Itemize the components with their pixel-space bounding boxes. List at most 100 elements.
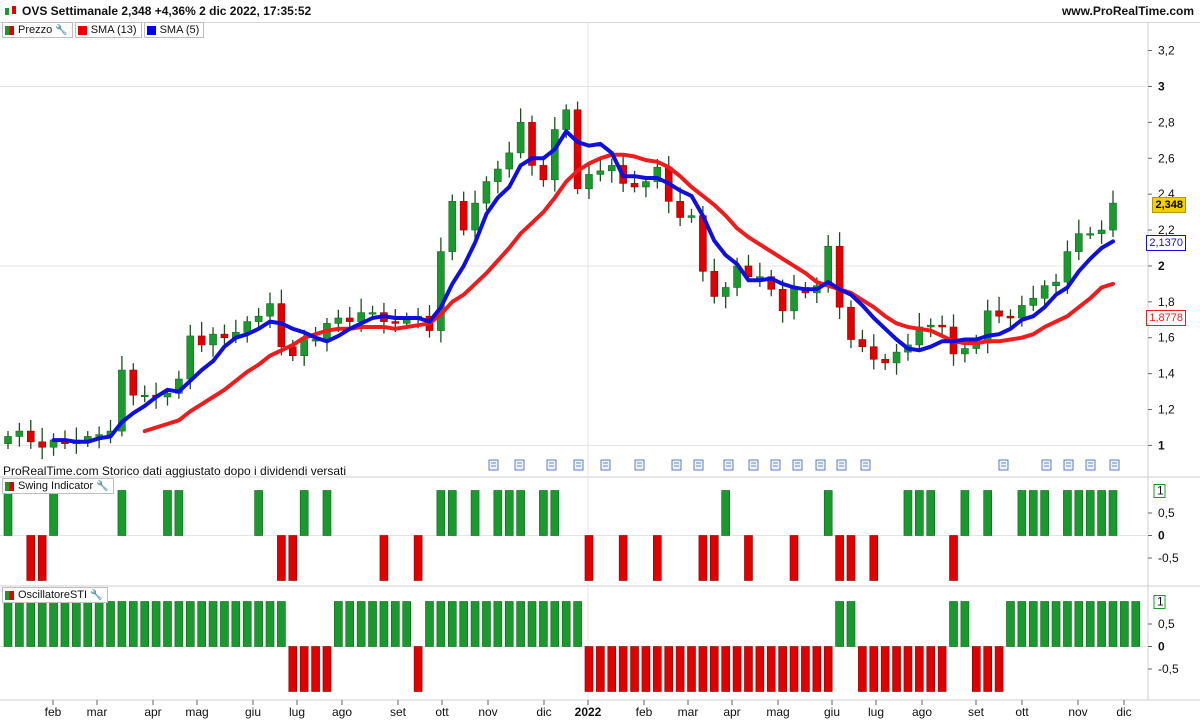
swing-bar — [983, 490, 992, 536]
swing-bar — [436, 490, 446, 536]
sti-bar — [117, 601, 127, 647]
dividend-icon — [723, 459, 734, 471]
candle — [915, 312, 924, 351]
sti-bar — [242, 601, 252, 647]
sti-bar — [869, 646, 879, 692]
wrench-icon[interactable]: 🔧 — [96, 481, 108, 492]
candle — [1086, 226, 1095, 240]
dividend-icon — [836, 459, 847, 471]
swing-bar — [903, 490, 913, 536]
swing-bar — [49, 490, 58, 536]
candle — [926, 318, 935, 338]
candle — [345, 306, 354, 327]
sti-bar — [1040, 601, 1049, 647]
candle — [482, 176, 491, 211]
swing-y-tick-label: 0,5 — [1158, 506, 1175, 520]
candle — [494, 160, 502, 194]
sti-bar — [915, 646, 924, 692]
sti-bar — [3, 601, 13, 647]
candle-body — [892, 351, 901, 364]
swing-bar — [698, 535, 708, 581]
sti-bar — [527, 601, 537, 647]
candle-body — [1040, 285, 1049, 299]
swing-bar — [618, 535, 628, 581]
sti-bar — [709, 646, 719, 692]
candle-body — [243, 321, 252, 333]
swing-bar — [846, 535, 856, 581]
x-tick-label: feb — [636, 705, 653, 719]
sti-bar — [926, 646, 936, 692]
sma13-value-tag: 1,8778 — [1146, 310, 1186, 326]
candle-body — [995, 310, 1003, 317]
sti-bar — [254, 601, 263, 647]
candle-body — [1109, 202, 1117, 231]
candle-body — [516, 122, 525, 154]
y-tick-label: 3,2 — [1158, 44, 1175, 58]
candle — [516, 108, 525, 159]
y-tick-label: 1,4 — [1158, 367, 1175, 381]
dividend-icon — [998, 459, 1009, 471]
candle-body — [790, 287, 798, 312]
x-tick-label: giu — [245, 705, 261, 719]
sti-y-tick-label: 0 — [1158, 640, 1165, 654]
candle — [687, 208, 696, 223]
x-tick-label: feb — [45, 705, 62, 719]
sti-bar — [653, 646, 662, 692]
candle — [197, 321, 206, 352]
dividend-note: ProRealTime.com Storico dati aggiustato … — [3, 464, 347, 478]
candle — [448, 194, 457, 261]
candle-body — [334, 317, 343, 324]
sti-bar — [425, 601, 434, 647]
sti-bar — [732, 646, 742, 692]
sti-bar — [311, 646, 320, 692]
dividend-icon — [546, 459, 557, 471]
candle-body — [186, 335, 195, 380]
candle-body — [391, 321, 400, 324]
candle — [835, 232, 844, 320]
candle-body — [630, 183, 639, 188]
dividend-icon — [1085, 459, 1096, 471]
sti-bar — [83, 601, 93, 647]
candle — [630, 170, 639, 193]
sti-bar — [994, 646, 1004, 692]
candle-body — [1086, 233, 1095, 236]
sti-bar — [391, 601, 400, 647]
candle — [140, 385, 149, 403]
sti-y-tick-label: 0,5 — [1158, 617, 1175, 631]
sti-bar — [15, 601, 24, 647]
chart-canvas[interactable]: 11,21,41,61,822,22,42,62,833,200,5-0,510… — [0, 0, 1200, 720]
swing-bar — [26, 535, 36, 581]
candle-body — [858, 339, 867, 348]
dividend-icon — [600, 459, 611, 471]
swing-bar — [1017, 490, 1027, 536]
sti-bar — [1006, 601, 1015, 647]
candle — [938, 315, 946, 334]
legend-item-sti[interactable]: OscillatoreSTI 🔧 — [2, 587, 108, 603]
swing-bar — [744, 535, 753, 581]
sti-bar — [744, 646, 753, 692]
swing-legend: Swing Indicator 🔧 — [2, 478, 116, 494]
sti-bar — [151, 601, 161, 647]
sti-bar — [334, 601, 343, 647]
swing-bar — [37, 535, 47, 581]
x-tick-label: giu — [824, 705, 840, 719]
candle-body — [551, 129, 559, 181]
sti-bar — [413, 646, 423, 692]
y-tick-label: 1,2 — [1158, 403, 1175, 417]
sti-bar — [573, 601, 582, 647]
sti-bar — [345, 601, 355, 647]
sti-bar — [1097, 601, 1106, 647]
legend-item-swing[interactable]: Swing Indicator 🔧 — [2, 478, 114, 494]
candle — [1097, 220, 1106, 244]
candle — [1109, 190, 1117, 238]
swing-bar — [3, 490, 13, 536]
x-tick-label: dic — [1116, 705, 1131, 719]
wrench-icon[interactable]: 🔧 — [90, 590, 102, 601]
x-tick-label: nov — [478, 705, 497, 719]
dividend-icon — [770, 459, 781, 471]
swing-bar — [322, 490, 332, 536]
sti-bar — [265, 601, 275, 647]
dividend-icon — [1041, 459, 1052, 471]
sti-bar — [561, 601, 571, 647]
sti-bar — [880, 646, 890, 692]
